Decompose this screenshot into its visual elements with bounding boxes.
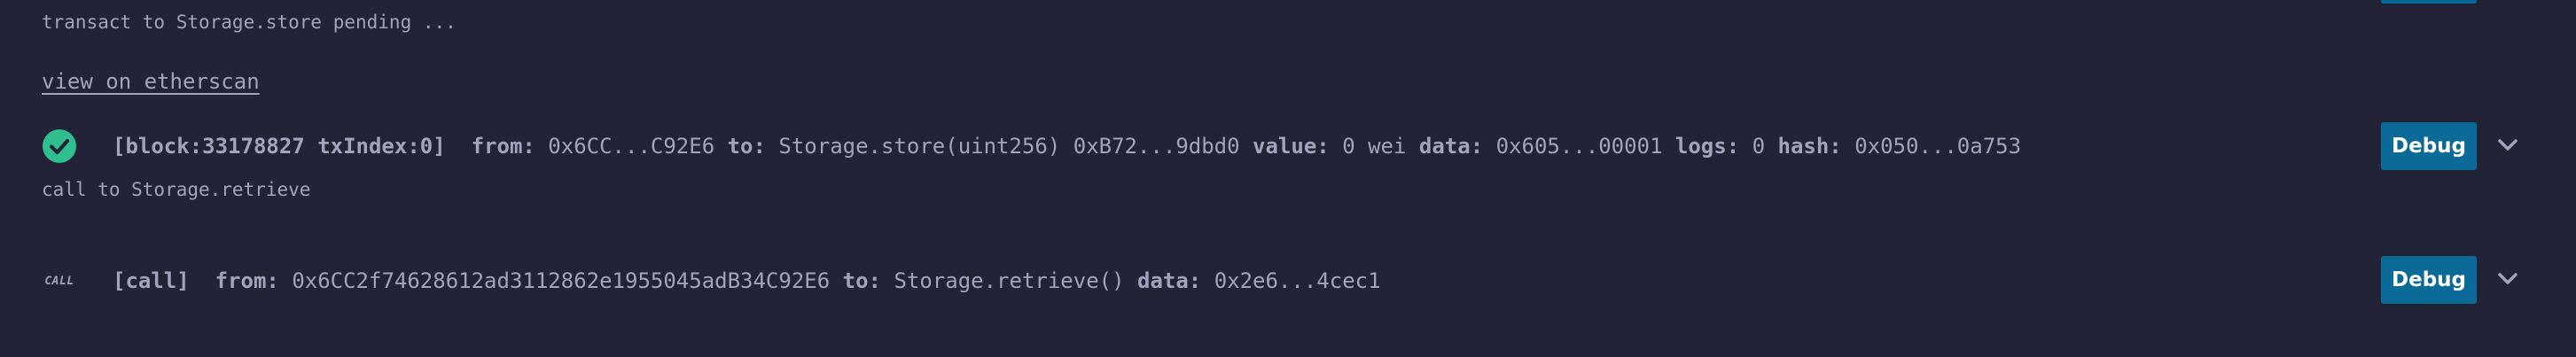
from-label: from:: [215, 268, 279, 293]
chevron-down-icon[interactable]: [2494, 132, 2521, 159]
data-value: 0x2e6...4cec1: [1214, 268, 1381, 293]
value-label: value:: [1253, 134, 1330, 159]
transaction-summary: [block:33178827 txIndex:0] from: 0x6CC..…: [113, 134, 2021, 159]
logs-label: logs:: [1674, 134, 1740, 159]
debug-button-partial[interactable]: [2381, 0, 2477, 4]
chevron-down-icon[interactable]: [2494, 266, 2521, 292]
pending-message: transact to Storage.store pending ...: [42, 12, 457, 33]
call-kind: [call]: [113, 268, 190, 293]
view-on-etherscan-link[interactable]: view on etherscan: [42, 69, 260, 94]
call-tag-label: CALL: [44, 274, 74, 288]
call-summary: [call] from: 0x6CC2f74628612ad3112862e19…: [113, 268, 1381, 293]
from-label: from:: [471, 134, 535, 159]
call-tag: CALL: [42, 263, 77, 299]
from-address: 0x6CC...C92E6: [548, 134, 715, 159]
call-row[interactable]: CALL [call] from: 0x6CC2f74628612ad31128…: [42, 256, 2576, 306]
value-amount: 0 wei: [1342, 134, 1407, 159]
data-label: data:: [1418, 134, 1484, 159]
debug-button[interactable]: Debug: [2381, 256, 2477, 304]
from-address: 0x6CC2f74628612ad3112862e1955045adB34C92…: [292, 268, 831, 293]
transaction-row[interactable]: [block:33178827 txIndex:0] from: 0x6CC..…: [42, 121, 2576, 171]
call-message: call to Storage.retrieve: [42, 179, 311, 200]
logs-count: 0: [1752, 134, 1766, 159]
block-info: [block:33178827 txIndex:0]: [113, 134, 446, 159]
hash-label: hash:: [1777, 134, 1842, 159]
data-label: data:: [1137, 268, 1202, 293]
debug-button[interactable]: Debug: [2381, 122, 2477, 170]
data-value: 0x605...00001: [1495, 134, 1663, 159]
to-label: to:: [842, 268, 881, 293]
to-label: to:: [727, 134, 766, 159]
check-circle-icon: [42, 128, 77, 164]
to-target: Storage.retrieve(): [894, 268, 1125, 293]
to-target: Storage.store(uint256) 0xB72...9dbd0: [778, 134, 1240, 159]
hash-value: 0x050...0a753: [1854, 134, 2022, 159]
